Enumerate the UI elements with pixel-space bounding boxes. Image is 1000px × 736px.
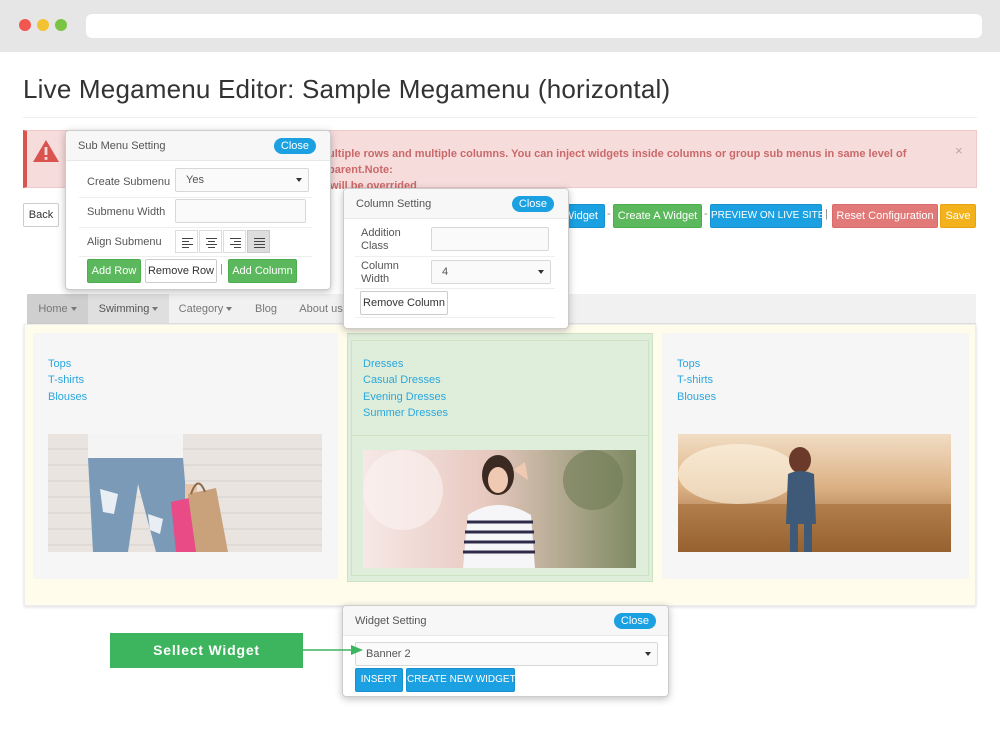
select-value: 4 (442, 266, 449, 278)
align-submenu-label: Align Submenu (87, 236, 162, 248)
menu-link[interactable]: Tops (677, 358, 700, 370)
nav-item-label: About us (299, 303, 343, 315)
create-widget-button[interactable]: Create A Widget (613, 204, 702, 228)
remove-row-button[interactable]: Remove Row (145, 259, 217, 283)
nav-item-label: Swimming (98, 303, 150, 315)
column-width-label: Column Width (361, 260, 399, 286)
toolbar-separator: | (825, 208, 828, 220)
menu-link[interactable]: Summer Dresses (363, 407, 448, 419)
nav-item-home[interactable]: Home (27, 294, 88, 324)
page-title: Live Megamenu Editor: Sample Megamenu (h… (23, 74, 671, 104)
column-width-select[interactable]: 4 (431, 260, 551, 284)
align-right-icon[interactable] (223, 230, 246, 253)
create-submenu-select[interactable]: Yes (175, 168, 309, 192)
menu-link[interactable]: Tops (48, 358, 71, 370)
chevron-down-icon (645, 652, 651, 656)
menu-link[interactable]: Blouses (677, 391, 716, 403)
column-row-links[interactable] (351, 340, 649, 436)
alert-line-1: ultiple rows and multiple columns. You c… (328, 148, 907, 176)
addition-class-label: Addition Class (361, 227, 401, 253)
nav-item-label: Category (178, 303, 224, 315)
select-value: Yes (186, 174, 204, 186)
create-new-widget-button[interactable]: CREATE NEW WIDGET (406, 668, 516, 692)
caret-down-icon (70, 307, 77, 312)
nav-item-category[interactable]: Category (169, 294, 242, 324)
chevron-down-icon (296, 178, 302, 182)
warning-icon (33, 140, 59, 162)
popover-header: Widget Setting Close (343, 606, 668, 636)
banner-image-shopping (48, 434, 322, 552)
submenu-width-label: Submenu Width (87, 206, 166, 218)
align-justify-icon[interactable] (247, 230, 270, 253)
select-value: Banner 2 (366, 648, 411, 660)
caret-down-icon (226, 307, 233, 312)
add-row-button[interactable]: Add Row (87, 259, 141, 283)
divider (355, 256, 555, 257)
nav-item-blog[interactable]: Blog (242, 294, 290, 324)
divider (79, 197, 312, 198)
reset-configuration-button[interactable]: Reset Configuration (832, 204, 938, 228)
divider (355, 288, 555, 289)
window-close-dot[interactable] (19, 19, 31, 31)
popover-separator: | (220, 263, 223, 275)
menu-link[interactable]: T-shirts (48, 374, 84, 386)
label-line: Addition (361, 227, 401, 239)
alert-close-icon[interactable]: × (955, 143, 963, 158)
widget-select[interactable]: Banner 2 (355, 642, 658, 666)
browser-chrome (0, 0, 1000, 52)
close-button[interactable]: Close (613, 613, 656, 629)
title-divider (23, 117, 977, 118)
banner-image-field (678, 434, 951, 552)
nav-item-label: Blog (254, 303, 278, 315)
remove-column-button[interactable]: Remove Column (360, 291, 448, 315)
menu-link[interactable]: Casual Dresses (363, 374, 441, 386)
window-minimize-dot[interactable] (37, 19, 49, 31)
menu-link[interactable]: T-shirts (677, 374, 713, 386)
preview-live-site-button[interactable]: PREVIEW ON LIVE SITE (710, 204, 824, 228)
menu-link[interactable]: Blouses (48, 391, 87, 403)
menu-link[interactable]: Evening Dresses (363, 391, 446, 403)
banner-image-woman-striped (363, 450, 636, 568)
nav-item-swimming[interactable]: Swimming (88, 294, 169, 324)
divider (79, 227, 312, 228)
insert-button[interactable]: INSERT (355, 668, 403, 692)
popover-header: Column Setting Close (344, 189, 568, 219)
label-line: Width (361, 273, 390, 285)
label-line: Column (361, 260, 399, 272)
chevron-down-icon (538, 270, 544, 274)
divider (355, 317, 555, 318)
toolbar-separator: - (704, 208, 708, 220)
popover-header: Sub Menu Setting Close (66, 131, 330, 161)
create-submenu-label: Create Submenu (87, 176, 171, 188)
toolbar-separator: - (607, 208, 611, 220)
submenu-width-input[interactable] (175, 199, 306, 223)
align-center-icon[interactable] (199, 230, 222, 253)
addition-class-input[interactable] (431, 227, 549, 251)
popover-title: Widget Setting (355, 615, 427, 627)
callout-arrow (303, 645, 363, 655)
close-button[interactable]: Close (511, 196, 554, 212)
nav-item-label: Home (38, 303, 68, 315)
popover-title: Column Setting (356, 198, 432, 210)
caret-down-icon (152, 307, 159, 312)
divider (79, 256, 312, 257)
save-button[interactable]: Save (940, 204, 976, 228)
back-button[interactable]: Back (23, 203, 59, 227)
align-left-icon[interactable] (175, 230, 198, 253)
alert-message: ultiple rows and multiple columns. You c… (328, 146, 948, 194)
add-column-button[interactable]: Add Column (228, 259, 297, 283)
close-button[interactable]: Close (273, 138, 316, 154)
popover-title: Sub Menu Setting (78, 140, 166, 152)
label-line: Class (361, 240, 389, 252)
select-widget-callout: Sellect Widget (110, 633, 303, 668)
address-bar[interactable] (86, 14, 982, 38)
window-maximize-dot[interactable] (55, 19, 67, 31)
menu-link[interactable]: Dresses (363, 358, 403, 370)
